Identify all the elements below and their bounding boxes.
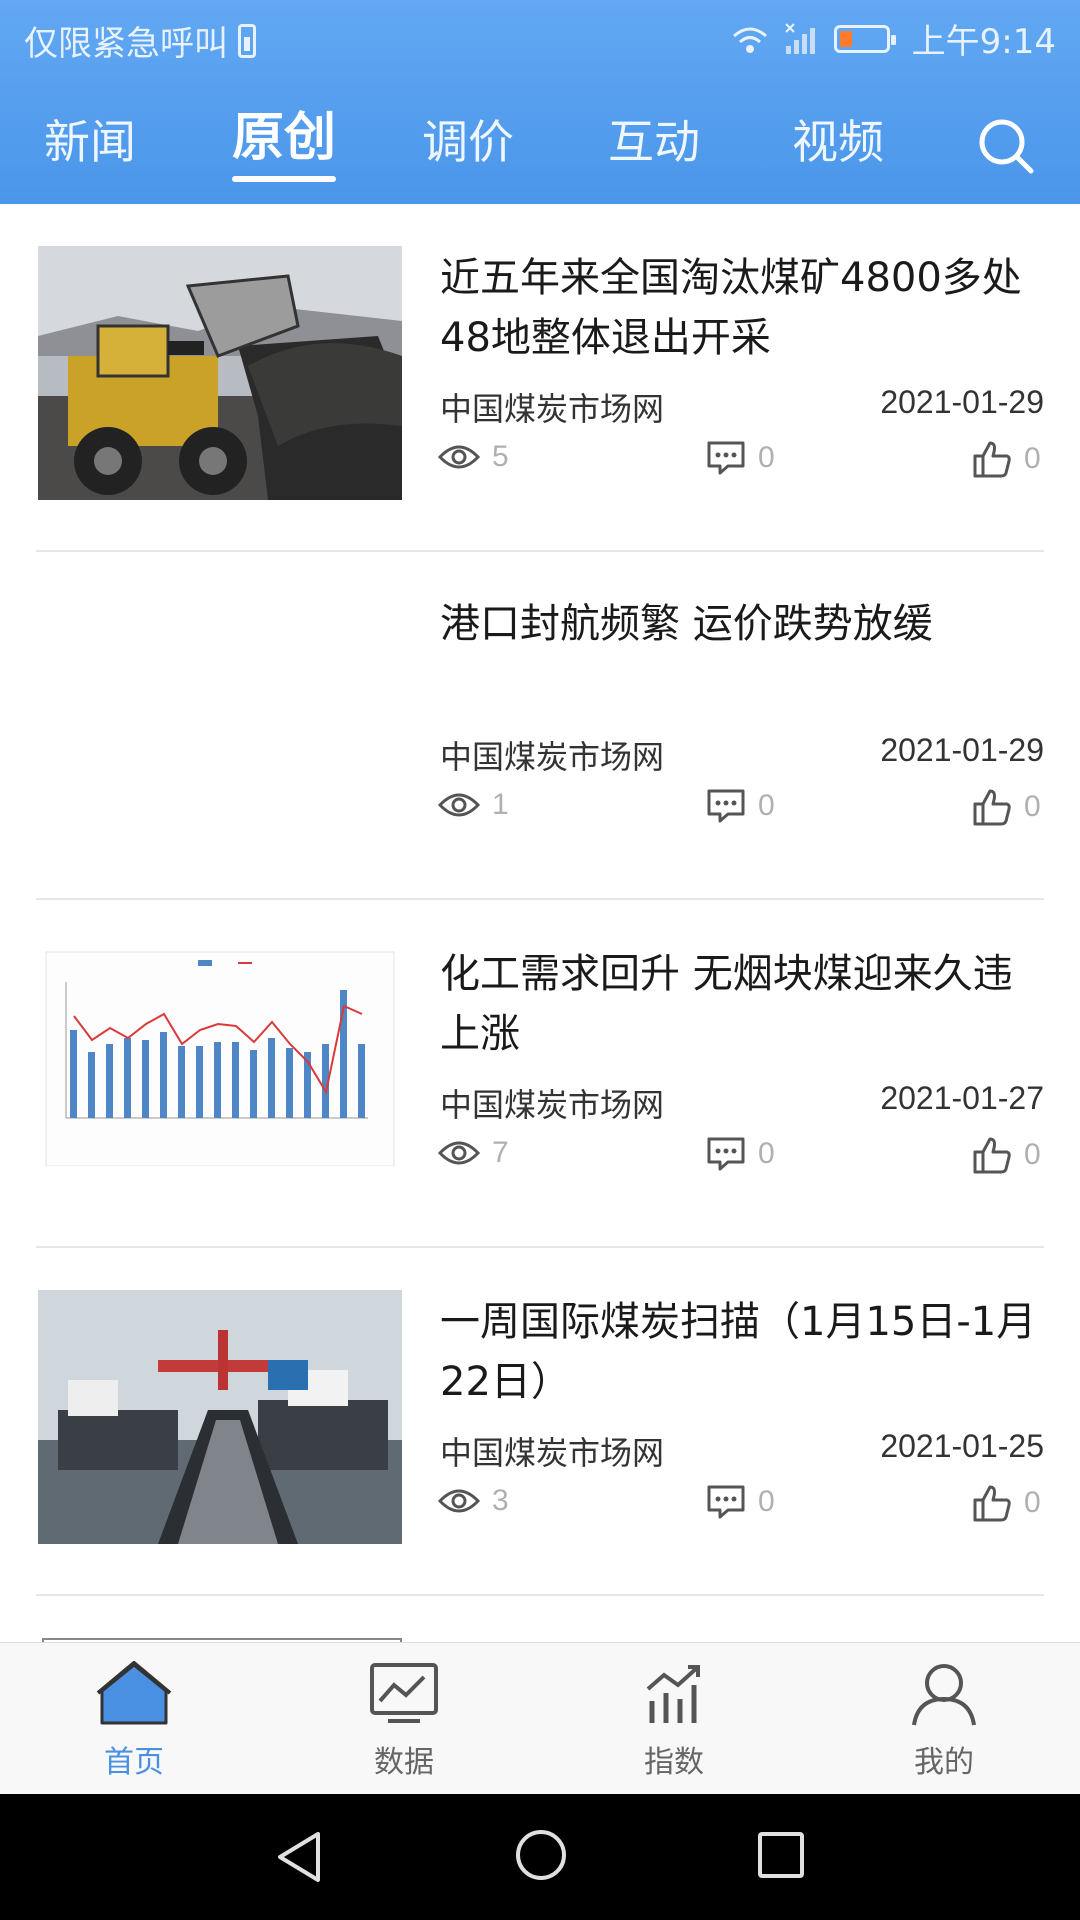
- views-stat: 5: [438, 440, 509, 474]
- article-item[interactable]: 近五年来全国淘汰煤矿4800多处48地整体退出开采 中国煤炭市场网 2021-0…: [0, 204, 1080, 552]
- comment-icon: [707, 789, 745, 823]
- likes-count: 0: [1024, 1138, 1041, 1171]
- views-stat: 3: [438, 1484, 509, 1518]
- tab-index[interactable]: 指数: [604, 1661, 744, 1781]
- eye-icon: [438, 1141, 480, 1165]
- likes-stat[interactable]: 0: [972, 1136, 1041, 1174]
- article-date: 2021-01-29: [880, 384, 1044, 420]
- article-thumbnail-loader: [38, 246, 402, 500]
- eye-icon: [438, 793, 480, 817]
- active-tab-indicator: [232, 176, 337, 182]
- comments-stat[interactable]: 0: [706, 788, 775, 824]
- comments-count: 0: [758, 441, 775, 474]
- article-source: 中国煤炭市场网: [440, 1086, 665, 1124]
- monitor-chart-icon: [370, 1663, 438, 1723]
- tab-index-label: 指数: [644, 1745, 704, 1780]
- article-item[interactable]: 化工需求回升 无烟块煤迎来久违上涨 中国煤炭市场网 2021-01-27 7 0…: [0, 900, 1080, 1248]
- article-title: 港口封航频繁 运价跌势放缓: [440, 601, 933, 647]
- likes-stat[interactable]: 0: [972, 788, 1041, 826]
- tab-price-adjust[interactable]: 调价: [422, 112, 514, 172]
- article-thumbnail-chart: [38, 942, 402, 1196]
- divider: [36, 1594, 1044, 1596]
- tab-interaction[interactable]: 互动: [608, 112, 700, 172]
- article-title: 近五年来全国淘汰煤矿4800多处48地整体退出开采: [440, 255, 1022, 361]
- recents-icon[interactable]: [756, 1830, 806, 1880]
- article-source: 中国煤炭市场网: [440, 1434, 665, 1472]
- tab-video[interactable]: 视频: [792, 112, 884, 172]
- top-nav: 新闻 原创 调价 互动 视频: [0, 100, 1080, 190]
- tab-original[interactable]: 原创: [232, 108, 337, 182]
- comment-icon: [707, 1485, 745, 1519]
- article-item[interactable]: 一周国际煤炭扫描（1月15日-1月22日） 中国煤炭市场网 2021-01-25…: [0, 1248, 1080, 1596]
- eye-icon: [438, 445, 480, 469]
- comment-icon: [707, 441, 745, 475]
- system-nav-bar: [0, 1794, 1080, 1920]
- comment-icon: [707, 1137, 745, 1171]
- views-count: 7: [492, 1136, 509, 1169]
- search-icon[interactable]: [976, 116, 1036, 176]
- views-count: 1: [492, 788, 509, 821]
- status-time: 上午9:14: [911, 22, 1056, 62]
- tab-data[interactable]: 数据: [334, 1661, 474, 1781]
- thumbs-up-icon: [973, 1485, 1011, 1522]
- views-stat: 7: [438, 1136, 509, 1170]
- app-header: 仅限紧急呼叫 上午9:14 新闻 原创 调价 互动 视频: [0, 0, 1080, 204]
- bottom-tab-bar: 首页 数据 指数 我的: [0, 1642, 1080, 1795]
- comments-stat[interactable]: 0: [706, 1136, 775, 1172]
- article-item[interactable]: 港口封航频繁 运价跌势放缓 中国煤炭市场网 2021-01-29 1 0 0: [0, 552, 1080, 900]
- article-date: 2021-01-25: [880, 1428, 1044, 1464]
- article-thumbnail-ship: [38, 1290, 402, 1544]
- article-source: 中国煤炭市场网: [440, 390, 665, 428]
- home-circle-icon[interactable]: [514, 1828, 568, 1882]
- tab-home[interactable]: 首页: [64, 1661, 204, 1781]
- battery-icon: [833, 24, 896, 53]
- home-icon: [96, 1661, 172, 1725]
- comments-stat[interactable]: 0: [706, 1484, 775, 1520]
- tab-mine[interactable]: 我的: [874, 1661, 1014, 1781]
- trend-bars-icon: [646, 1665, 700, 1723]
- article-date: 2021-01-29: [880, 732, 1044, 768]
- tab-news[interactable]: 新闻: [44, 112, 136, 172]
- article-title: 化工需求回升 无烟块煤迎来久违上涨: [440, 951, 1013, 1057]
- comments-count: 0: [758, 789, 775, 822]
- article-source: 中国煤炭市场网: [440, 738, 665, 776]
- eye-icon: [438, 1489, 480, 1513]
- signal-icon: [784, 22, 815, 54]
- comments-count: 0: [758, 1485, 775, 1518]
- thumbs-up-icon: [973, 441, 1011, 478]
- back-icon[interactable]: [274, 1830, 324, 1884]
- likes-count: 0: [1024, 442, 1041, 475]
- likes-stat[interactable]: 0: [972, 440, 1041, 478]
- sim-icon: [238, 23, 256, 58]
- comments-stat[interactable]: 0: [706, 440, 775, 476]
- tab-home-label: 首页: [104, 1745, 164, 1780]
- thumbs-up-icon: [973, 1137, 1011, 1174]
- user-icon: [912, 1664, 976, 1726]
- comments-count: 0: [758, 1137, 775, 1170]
- views-count: 3: [492, 1484, 509, 1517]
- tab-original-label: 原创: [232, 108, 337, 168]
- tab-data-label: 数据: [374, 1745, 434, 1780]
- likes-count: 0: [1024, 790, 1041, 823]
- article-title: 一周国际煤炭扫描（1月15日-1月22日）: [440, 1299, 1037, 1405]
- likes-count: 0: [1024, 1486, 1041, 1519]
- views-count: 5: [492, 440, 509, 473]
- views-stat: 1: [438, 788, 509, 822]
- thumbs-up-icon: [973, 789, 1011, 826]
- status-bar: 仅限紧急呼叫 上午9:14: [0, 0, 1080, 76]
- article-date: 2021-01-27: [880, 1080, 1044, 1116]
- carrier-text: 仅限紧急呼叫: [24, 24, 228, 64]
- wifi-icon: [732, 27, 767, 53]
- tab-mine-label: 我的: [914, 1745, 974, 1780]
- likes-stat[interactable]: 0: [972, 1484, 1041, 1522]
